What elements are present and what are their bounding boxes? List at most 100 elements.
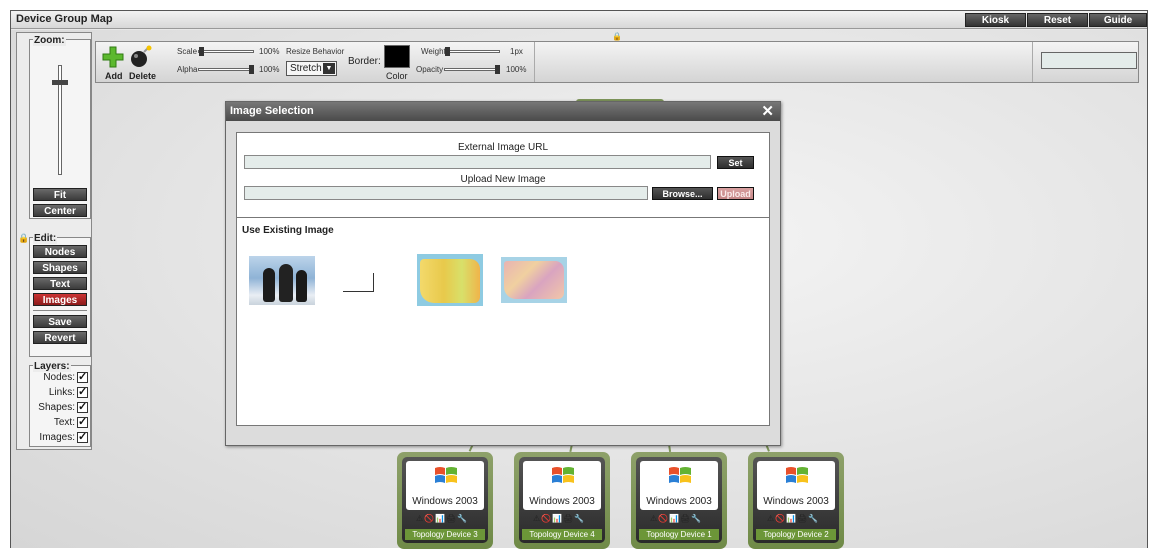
use-existing-image-label: Use Existing Image xyxy=(242,225,334,236)
penguins-image-thumbnail[interactable] xyxy=(249,256,315,305)
node-name: Topology Device 1 xyxy=(639,529,719,540)
opacity-slider[interactable] xyxy=(444,65,500,74)
node-card: Windows 2003 xyxy=(757,461,835,510)
chevron-down-icon[interactable]: ▼ xyxy=(323,63,335,74)
zoom-group: Zoom: Fit Center xyxy=(29,35,91,219)
node-os-label: Windows 2003 xyxy=(529,496,595,507)
layer-images: Images: xyxy=(33,430,88,444)
toolbar-divider xyxy=(534,42,535,82)
alpha-slider[interactable] xyxy=(198,65,254,74)
edit-label: Edit: xyxy=(33,233,58,244)
node-body: Windows 2003 ⚠🚫📊🖨🔧 Topology Device 4 xyxy=(519,457,605,543)
toolbar-divider-right xyxy=(1032,42,1033,82)
penguin-shape xyxy=(279,264,293,302)
windows-logo-icon xyxy=(786,467,808,483)
layer-nodes-checkbox[interactable] xyxy=(77,370,88,383)
us-states-landmass xyxy=(504,261,564,299)
edit-group: Edit: Nodes Shapes Text Images Save Reve… xyxy=(29,233,91,357)
zoom-fit-button[interactable]: Fit xyxy=(33,188,87,201)
node-os-label: Windows 2003 xyxy=(763,496,829,507)
windows-logo-icon xyxy=(552,467,574,483)
resize-behavior-select[interactable]: Stretch ▼ xyxy=(286,61,337,76)
zoom-slider[interactable] xyxy=(52,65,68,175)
image-selection-dialog: Image Selection ✕ External Image URL Set… xyxy=(225,101,781,446)
edit-lock-icon[interactable]: 🔒 xyxy=(18,233,29,244)
edit-images-button[interactable]: Images xyxy=(33,293,87,306)
node-status-icons[interactable]: ⚠🚫📊🖨🔧 xyxy=(416,514,468,523)
window-title: Device Group Map xyxy=(16,13,113,25)
external-url-input[interactable] xyxy=(244,155,711,169)
opacity-value: 100% xyxy=(506,65,527,74)
edit-shapes-button[interactable]: Shapes xyxy=(33,261,87,274)
us-map-image-thumbnail[interactable] xyxy=(417,254,483,306)
alpha-slider-knob[interactable] xyxy=(249,65,254,74)
weight-slider-knob[interactable] xyxy=(445,47,450,56)
layer-images-label: Images: xyxy=(39,432,75,444)
scale-slider-knob[interactable] xyxy=(199,47,204,56)
weight-slider[interactable] xyxy=(444,47,500,56)
node-body: Windows 2003 ⚠🚫📊🖨🔧 Topology Device 1 xyxy=(636,457,722,543)
us-states-map-image-thumbnail[interactable] xyxy=(501,257,567,303)
browse-button[interactable]: Browse... xyxy=(652,187,713,200)
border-label: Border: xyxy=(348,56,381,67)
windows-logo-icon xyxy=(435,467,457,483)
resize-behavior-value: Stretch xyxy=(290,63,322,74)
node-card: Windows 2003 xyxy=(406,461,484,510)
node-body: Windows 2003 ⚠🚫📊🖨🔧 Topology Device 3 xyxy=(402,457,488,543)
layer-links-checkbox[interactable] xyxy=(77,385,88,398)
zoom-label: Zoom: xyxy=(33,35,66,46)
map-canvas[interactable]: Zoom: Fit Center 🔒 Edit: Nodes Shapes Te… xyxy=(11,30,1147,549)
title-bar: Device Group Map Kiosk Reset Guide xyxy=(11,11,1147,29)
node-card: Windows 2003 xyxy=(523,461,601,510)
alpha-value: 100% xyxy=(259,65,280,74)
upload-button[interactable]: Upload xyxy=(717,187,754,200)
resize-behavior-label: Resize Behavior xyxy=(286,47,345,56)
image-toolbar: Add Delete Scale 100% Resize Behavior Al… xyxy=(95,41,1139,83)
topology-node[interactable]: Windows 2003 ⚠🚫📊🖨🔧 Topology Device 1 xyxy=(631,452,727,549)
layer-shapes-checkbox[interactable] xyxy=(77,400,88,413)
upload-new-image-label: Upload New Image xyxy=(460,174,546,185)
device-group-map-window: Device Group Map Kiosk Reset Guide Zoom:… xyxy=(10,10,1148,549)
layer-images-checkbox[interactable] xyxy=(77,430,88,443)
toolbar-lock-bar: 🔒 xyxy=(95,32,1139,41)
opacity-label: Opacity xyxy=(416,65,444,74)
node-status-icons[interactable]: ⚠🚫📊🖨🔧 xyxy=(767,514,819,523)
node-card: Windows 2003 xyxy=(640,461,718,510)
layer-shapes: Shapes: xyxy=(33,400,88,413)
opacity-slider-knob[interactable] xyxy=(495,65,500,74)
edit-divider xyxy=(33,310,87,311)
scale-slider[interactable] xyxy=(198,47,254,56)
node-name: Topology Device 2 xyxy=(756,529,836,540)
delete-label: Delete xyxy=(129,71,157,81)
kiosk-button[interactable]: Kiosk xyxy=(965,13,1026,27)
revert-button[interactable]: Revert xyxy=(33,331,87,344)
edit-nodes-button[interactable]: Nodes xyxy=(33,245,87,258)
alpha-label: Alpha xyxy=(177,65,198,74)
node-status-icons[interactable]: ⚠🚫📊🖨🔧 xyxy=(650,514,702,523)
us-map-landmass xyxy=(420,259,480,303)
close-icon[interactable]: ✕ xyxy=(761,102,774,121)
node-status-icons[interactable]: ⚠🚫📊🖨🔧 xyxy=(533,514,585,523)
scale-value: 100% xyxy=(259,47,280,56)
save-button[interactable]: Save xyxy=(33,315,87,328)
guide-button[interactable]: Guide xyxy=(1089,13,1147,27)
set-button[interactable]: Set xyxy=(717,156,754,169)
reset-button[interactable]: Reset xyxy=(1027,13,1088,27)
blank-image-thumbnail[interactable] xyxy=(343,273,374,292)
topology-node[interactable]: Windows 2003 ⚠🚫📊🖨🔧 Topology Device 3 xyxy=(397,452,493,549)
upload-file-input[interactable] xyxy=(244,186,648,200)
search-input[interactable] xyxy=(1041,52,1137,69)
add-icon[interactable] xyxy=(102,46,124,68)
edit-text-button[interactable]: Text xyxy=(33,277,87,290)
layer-text-checkbox[interactable] xyxy=(77,415,88,428)
zoom-center-button[interactable]: Center xyxy=(33,204,87,217)
topology-node[interactable]: Windows 2003 ⚠🚫📊🖨🔧 Topology Device 2 xyxy=(748,452,844,549)
layer-links-label: Links: xyxy=(48,387,75,399)
delete-bomb-icon[interactable] xyxy=(129,45,153,69)
lock-icon[interactable]: 🔒 xyxy=(612,32,622,41)
topology-node[interactable]: Windows 2003 ⚠🚫📊🖨🔧 Topology Device 4 xyxy=(514,452,610,549)
zoom-slider-knob[interactable] xyxy=(52,80,68,85)
external-url-label: External Image URL xyxy=(457,142,549,153)
layer-nodes-label: Nodes: xyxy=(43,372,75,384)
border-color-swatch[interactable] xyxy=(384,45,410,68)
